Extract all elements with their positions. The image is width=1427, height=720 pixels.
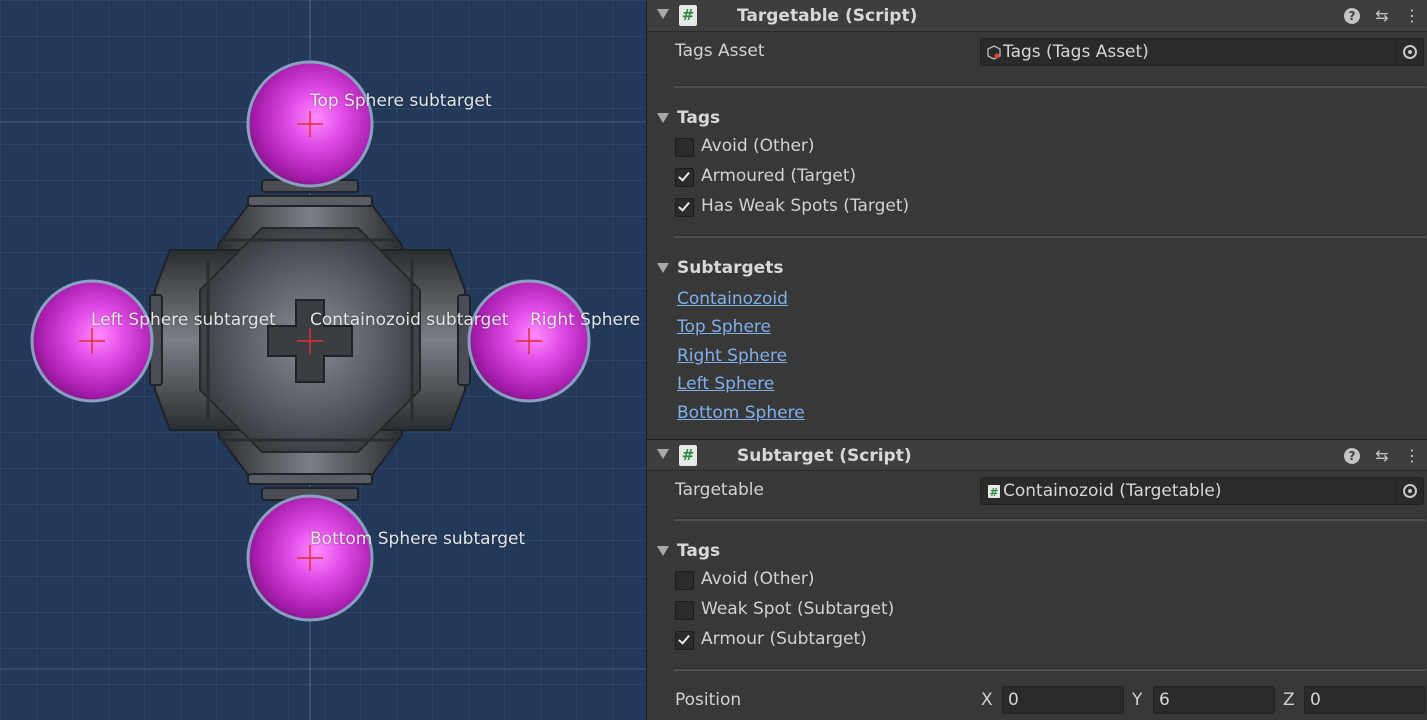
kebab-menu-icon[interactable]: ⋮ (1403, 6, 1421, 26)
checkbox[interactable] (675, 168, 694, 187)
position-x-field[interactable]: 0 (1002, 686, 1124, 714)
position-label: Position (675, 690, 742, 710)
subtarget-link[interactable]: Right Sphere (677, 346, 787, 366)
divider (674, 85, 1426, 88)
help-icon[interactable]: ? (1344, 448, 1360, 464)
tag-label: Avoid (Other) (701, 569, 815, 589)
checkbox[interactable] (675, 571, 694, 590)
script-icon: # (679, 445, 697, 466)
bottom-sphere-label: Bottom Sphere subtarget (310, 529, 526, 549)
help-icon[interactable]: ? (1344, 8, 1360, 24)
picker-icon (1403, 45, 1417, 59)
script-file-icon: # (988, 485, 1000, 499)
position-z-field[interactable]: 0 (1304, 686, 1426, 714)
object-picker-button[interactable] (1395, 39, 1423, 65)
foldout-arrow-icon[interactable] (657, 546, 669, 556)
right-sphere-label: Right Sphere (530, 310, 641, 330)
component-title: Subtarget (Script) (737, 446, 912, 466)
subtarget-link[interactable]: Bottom Sphere (677, 403, 805, 423)
tags-asset-field[interactable]: Tags (Tags Asset) (980, 38, 1424, 66)
presets-icon[interactable]: ⇆ (1373, 6, 1391, 26)
presets-icon[interactable]: ⇆ (1373, 446, 1391, 466)
foldout-arrow-icon[interactable] (657, 449, 669, 459)
divider (674, 668, 1426, 671)
position-y-value: 6 (1159, 690, 1170, 710)
targetable-value: Containozoid (Targetable) (1003, 481, 1222, 501)
component-title: Targetable (Script) (737, 6, 918, 26)
script-icon: # (679, 5, 697, 26)
svg-text:#: # (989, 486, 998, 499)
tags-asset-value: Tags (Tags Asset) (1003, 42, 1149, 62)
foldout-arrow-icon[interactable] (657, 9, 669, 19)
checkmark-icon (678, 169, 690, 182)
tag-label: Armour (Subtarget) (701, 629, 867, 649)
divider (674, 518, 1426, 521)
foldout-arrow-icon[interactable] (657, 263, 669, 273)
top-sphere-label: Top Sphere subtarget (310, 91, 492, 111)
tags-section-title[interactable]: Tags (677, 108, 720, 128)
position-y-label: Y (1132, 690, 1143, 710)
checkbox[interactable] (675, 138, 694, 157)
left-sphere-label: Left Sphere subtarget (91, 310, 276, 330)
tags-section-title[interactable]: Tags (677, 541, 720, 561)
targetable-field[interactable]: # Containozoid (Targetable) (980, 477, 1424, 505)
targetable-label: Targetable (675, 480, 764, 500)
position-y-field[interactable]: 6 (1153, 686, 1275, 714)
position-x-value: 0 (1008, 690, 1019, 710)
tag-label: Armoured (Target) (701, 166, 857, 186)
tag-label: Weak Spot (Subtarget) (701, 599, 895, 619)
checkmark-icon (678, 199, 690, 212)
picker-icon (1403, 484, 1417, 498)
foldout-arrow-icon[interactable] (657, 113, 669, 123)
position-z-value: 0 (1310, 690, 1321, 710)
scene-view[interactable]: Top Sphere subtarget Left Sphere subtarg… (0, 0, 646, 720)
checkbox[interactable] (675, 631, 694, 650)
targetable-component-header[interactable]: # Targetable (Script) ? ⇆ ⋮ (647, 0, 1427, 32)
subtarget-component-header[interactable]: # Subtarget (Script) ? ⇆ ⋮ (647, 439, 1427, 471)
subtarget-link[interactable]: Top Sphere (677, 317, 771, 337)
tag-label: Has Weak Spots (Target) (701, 196, 910, 216)
tag-label: Avoid (Other) (701, 136, 815, 156)
subtarget-link[interactable]: Containozoid (677, 289, 788, 309)
subtarget-link[interactable]: Left Sphere (677, 374, 774, 394)
object-picker-button[interactable] (1395, 478, 1423, 504)
divider (674, 235, 1426, 238)
tags-asset-label: Tags Asset (675, 41, 765, 61)
checkbox[interactable] (675, 198, 694, 217)
inspector-panel: # Targetable (Script) ? ⇆ ⋮ Tags Asset T… (646, 0, 1427, 720)
checkbox[interactable] (675, 601, 694, 620)
position-x-label: X (981, 690, 993, 710)
kebab-menu-icon[interactable]: ⋮ (1403, 446, 1421, 466)
position-z-label: Z (1283, 690, 1295, 710)
tags-asset-icon (987, 45, 1001, 60)
containozoid-label: Containozoid subtarget (310, 310, 509, 330)
checkmark-icon (678, 632, 690, 645)
subtargets-section-title[interactable]: Subtargets (677, 258, 783, 278)
